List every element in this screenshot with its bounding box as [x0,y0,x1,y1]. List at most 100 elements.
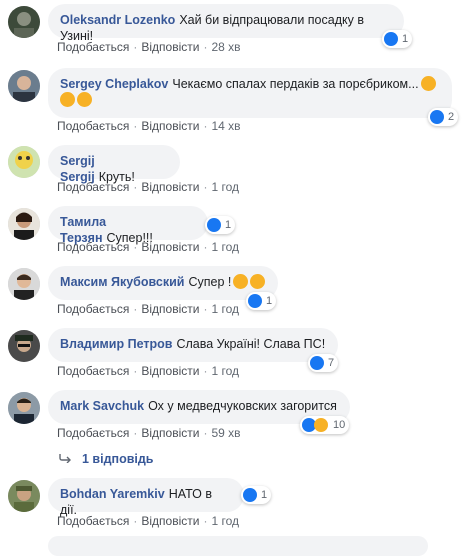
comment-bubble: Sergey Cheplakov Чекаємо спалах пердаків … [48,68,452,118]
separator: · [133,119,138,133]
reaction-summary[interactable]: 10 [300,416,350,434]
comment-text: Супер ! [188,275,232,289]
commenter-name[interactable]: Bohdan Yaremkiv [60,487,165,501]
separator: · [133,240,138,254]
reaction-count: 7 [328,357,335,369]
comment-text: Слава Україні! Слава ПС! [176,337,326,351]
comment-actions: Подобається · Відповісти · 1 год [57,514,239,528]
timestamp[interactable]: 59 хв [211,426,240,440]
timestamp[interactable]: 1 год [211,364,239,378]
timestamp[interactable]: 1 год [211,302,239,316]
timestamp[interactable]: 1 год [211,180,239,194]
like-link[interactable]: Подобається [57,119,129,133]
commenter-name[interactable]: Sergey Cheplakov [60,77,168,91]
like-link[interactable]: Подобається [57,364,129,378]
separator: · [203,119,208,133]
reaction-count: 1 [266,295,273,307]
reaction-summary[interactable]: 1 [241,486,272,504]
separator: · [133,514,138,528]
laughing-face-icon [77,92,92,107]
comment-actions: Подобається · Відповісти · 1 год [57,240,239,254]
like-link[interactable]: Подобається [57,240,129,254]
separator: · [203,426,208,440]
view-replies-link[interactable]: 1 відповідь [58,452,153,466]
commenter-name[interactable]: Oleksandr Lozenko [60,13,175,27]
reaction-summary[interactable]: 7 [308,354,339,372]
reaction-count: 1 [402,33,409,45]
commenter-name[interactable]: Mark Savchuk [60,399,144,413]
comment-bubble: Sergij Sergij Круть! [48,145,180,184]
reaction-summary[interactable]: 2 [428,108,459,126]
thumbs-up-icon [430,110,444,124]
reaction-count: 1 [261,489,268,501]
thumbs-up-icon [207,218,221,232]
avatar[interactable] [8,330,40,362]
timestamp[interactable]: 14 хв [211,119,240,133]
screaming-face-icon [250,274,266,289]
separator: · [133,364,138,378]
thumbs-up-icon [243,488,257,502]
timestamp[interactable]: 28 хв [211,40,240,54]
laughing-face-icon [60,92,75,107]
separator: · [203,240,208,254]
comment-actions: Подобається · Відповісти · 59 хв [57,426,241,440]
comment-bubble [48,536,428,556]
avatar[interactable] [8,70,40,102]
separator: · [203,364,208,378]
reply-link[interactable]: Відповісти [141,40,199,54]
like-link[interactable]: Подобається [57,40,129,54]
separator: · [203,40,208,54]
comment-bubble: Максим Якубовский Супер ! [48,266,278,300]
separator: · [203,180,208,194]
comment-actions: Подобається · Відповісти · 1 год [57,180,239,194]
comment-actions: Подобається · Відповісти · 1 год [57,302,239,316]
thumbs-up-icon [310,356,324,370]
reply-link[interactable]: Відповісти [141,240,199,254]
replies-count-label: 1 відповідь [82,452,154,466]
comment-bubble: Oleksandr Lozenko Хай би відпрацювали пос… [48,4,404,43]
separator: · [203,514,208,528]
separator: · [133,40,138,54]
comment-text: Ох у медведчуковских загорится [148,399,337,413]
like-link[interactable]: Подобається [57,180,129,194]
like-link[interactable]: Подобається [57,302,129,316]
timestamp[interactable]: 1 год [211,514,239,528]
avatar[interactable] [8,392,40,424]
commenter-name[interactable]: Максим Якубовский [60,275,184,289]
reaction-count: 1 [225,219,232,231]
timestamp[interactable]: 1 год [211,240,239,254]
thumbs-up-icon [248,294,262,308]
reaction-count: 2 [448,111,455,123]
comment-bubble: Тамила Терзян Супер!!! [48,206,208,245]
reply-link[interactable]: Відповісти [141,119,199,133]
comment-actions: Подобається · Відповісти · 1 год [57,364,239,378]
separator: · [203,302,208,316]
avatar[interactable] [8,268,40,300]
reply-link[interactable]: Відповісти [141,514,199,528]
commenter-name[interactable]: Владимир Петров [60,337,172,351]
like-link[interactable]: Подобається [57,426,129,440]
reaction-summary[interactable]: 1 [382,30,413,48]
reaction-summary[interactable]: 1 [205,216,236,234]
reply-link[interactable]: Відповісти [141,180,199,194]
laughing-face-icon [420,76,436,91]
separator: · [133,426,138,440]
avatar[interactable] [8,6,40,38]
comment-bubble: Bohdan Yaremkiv НАТО в дії. [48,478,244,517]
comment-actions: Подобається · Відповісти · 14 хв [57,119,241,133]
reply-link[interactable]: Відповісти [141,302,199,316]
avatar[interactable] [8,146,40,178]
comment-actions: Подобається · Відповісти · 28 хв [57,40,241,54]
laughing-face-icon [314,418,328,432]
reaction-summary[interactable]: 1 [246,292,277,310]
thumbs-up-icon [384,32,398,46]
reply-link[interactable]: Відповісти [141,426,199,440]
avatar[interactable] [8,208,40,240]
avatar[interactable] [8,480,40,512]
separator: · [133,180,138,194]
reply-arrow-icon [59,454,71,464]
screaming-face-icon [233,274,249,289]
like-link[interactable]: Подобається [57,514,129,528]
reaction-count: 10 [333,419,346,431]
reply-link[interactable]: Відповісти [141,364,199,378]
